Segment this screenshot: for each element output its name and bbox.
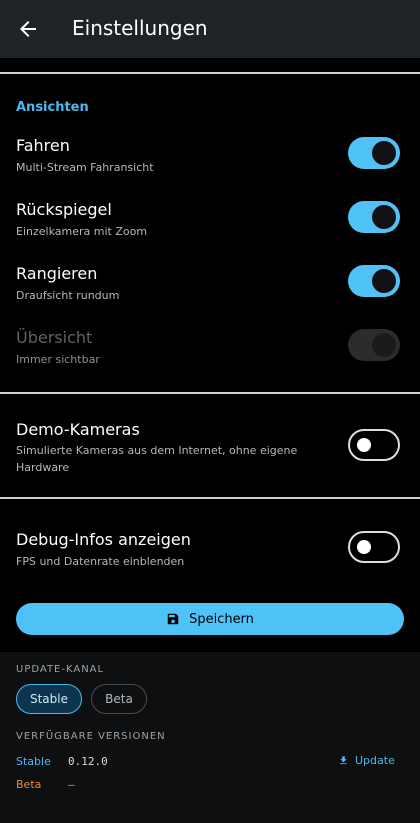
toggle-debug-infos[interactable]: [348, 531, 400, 563]
setting-title-fahren: Fahren: [16, 136, 70, 155]
chip-label: Stable: [29, 692, 68, 706]
setting-subtitle-fahren: Multi-Stream Fahransicht: [16, 161, 154, 174]
version-name-stable: Stable: [16, 755, 51, 768]
update-button[interactable]: Update: [338, 754, 395, 767]
toggle-knob: [372, 141, 396, 165]
toggle-rueckspiegel[interactable]: [348, 201, 400, 233]
setting-subtitle-debug-infos: FPS und Datenrate einblenden: [16, 555, 185, 568]
available-versions-label: VERFÜGBARE VERSIONEN: [16, 731, 166, 742]
save-button-label: Speichern: [189, 611, 254, 627]
arrow-left-icon[interactable]: [16, 17, 40, 41]
toggle-uebersicht: [348, 329, 400, 361]
toggle-fahren[interactable]: [348, 137, 400, 169]
page-title: Einstellungen: [72, 16, 208, 40]
version-name-beta: Beta: [16, 778, 42, 791]
toggle-rangieren[interactable]: [348, 265, 400, 297]
divider: [0, 392, 420, 394]
save-button[interactable]: Speichern: [16, 603, 404, 635]
update-button-label: Update: [355, 754, 395, 767]
version-value-beta: —: [68, 778, 75, 791]
version-value-stable: 0.12.0: [68, 755, 108, 768]
toggle-knob: [372, 269, 396, 293]
channel-chip-beta[interactable]: Beta: [91, 684, 147, 714]
setting-subtitle-uebersicht: Immer sichtbar: [16, 353, 100, 366]
setting-title-demo-kameras: Demo-Kameras: [16, 420, 140, 439]
toggle-knob: [357, 540, 371, 554]
section-label-ansichten: Ansichten: [16, 100, 89, 115]
setting-subtitle-demo-kameras: Simulierte Kameras aus dem Internet, ohn…: [16, 444, 298, 474]
toggle-demo-kameras[interactable]: [348, 429, 400, 461]
toggle-knob: [372, 205, 396, 229]
setting-subtitle-rangieren: Draufsicht rundum: [16, 289, 120, 302]
app-bar: Einstellungen: [0, 0, 420, 58]
download-icon: [340, 756, 347, 765]
setting-title-rueckspiegel: Rückspiegel: [16, 200, 112, 219]
setting-subtitle-rueckspiegel: Einzelkamera mit Zoom: [16, 225, 148, 238]
toggle-knob: [357, 438, 371, 452]
setting-title-debug-infos: Debug-Infos anzeigen: [16, 530, 191, 549]
channel-chip-stable[interactable]: Stable: [16, 684, 82, 714]
save-icon: [167, 613, 179, 625]
chip-label: Beta: [105, 692, 133, 706]
divider: [0, 72, 420, 74]
setting-title-uebersicht: Übersicht: [16, 328, 93, 347]
toggle-knob: [372, 333, 396, 357]
setting-title-rangieren: Rangieren: [16, 264, 98, 283]
divider: [0, 497, 420, 499]
update-channel-label: UPDATE-KANAL: [16, 664, 105, 675]
